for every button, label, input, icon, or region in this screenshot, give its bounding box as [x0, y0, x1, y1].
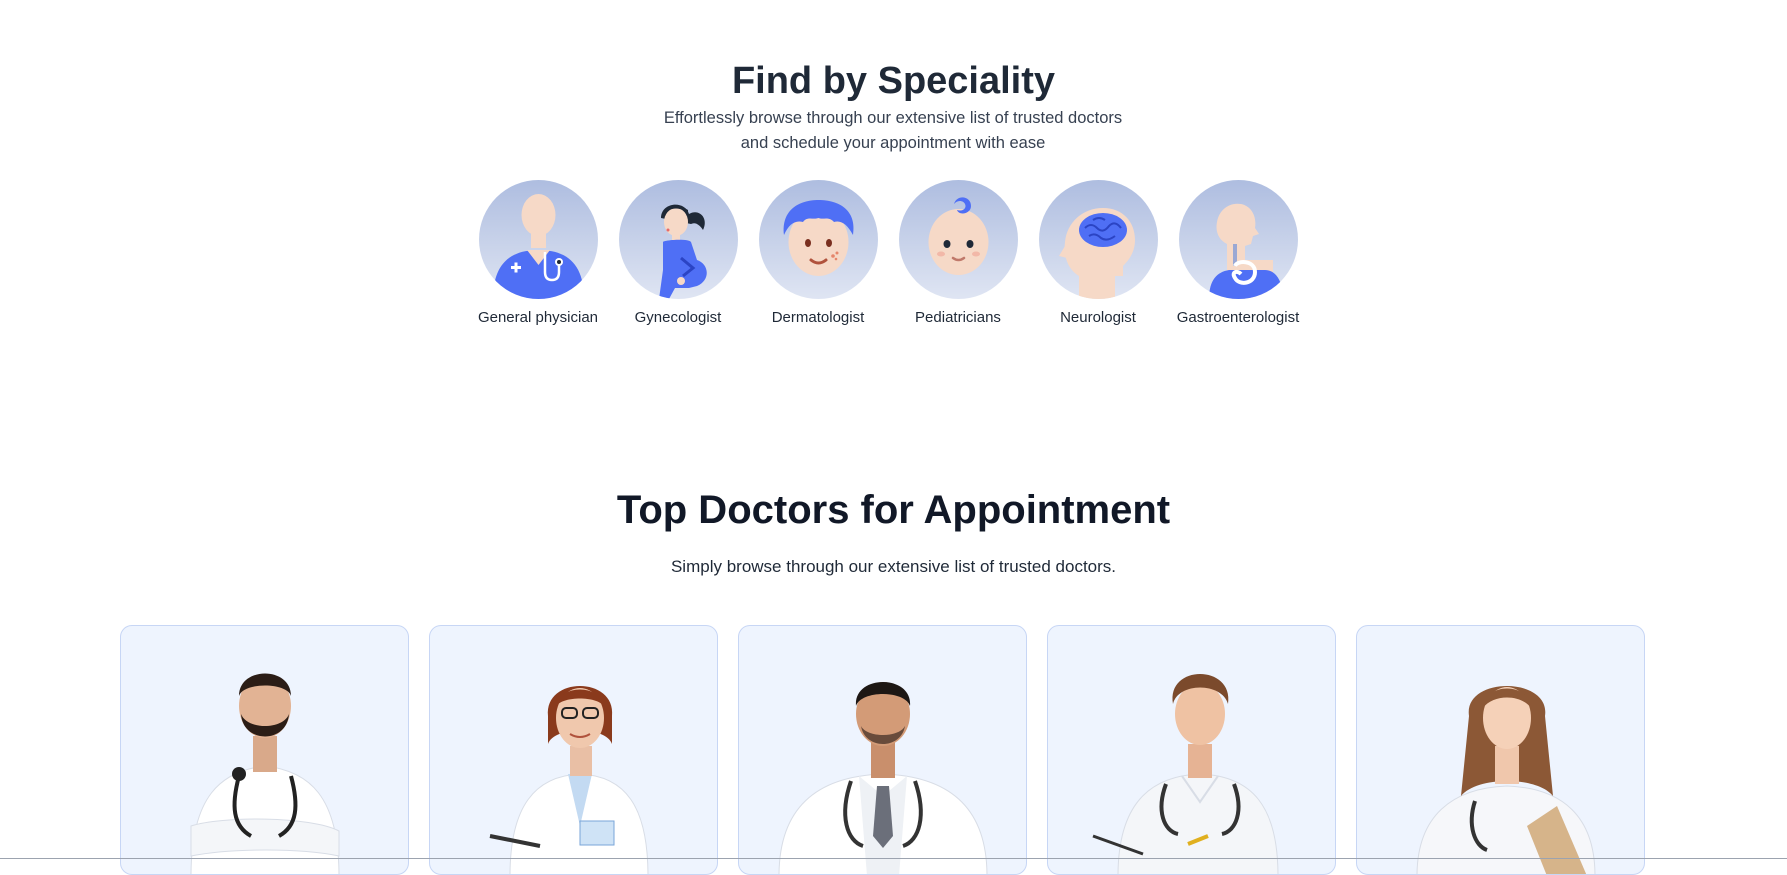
speciality-subtitle-line1: Effortlessly browse through our extensiv… [663, 109, 1123, 127]
speciality-subtitle-line2: and schedule your appointment with ease [740, 134, 1046, 152]
general-physician-icon [478, 180, 598, 299]
gynecologist-icon [618, 180, 738, 299]
speciality-label: Gynecologist [634, 309, 722, 326]
doctor-photo [489, 686, 649, 874]
speciality-label: Gastroenterologist [1176, 309, 1300, 326]
doctor-card[interactable] [1356, 625, 1645, 875]
pediatrician-icon [898, 180, 1018, 299]
speciality-list: General physician Gynecologist Dermatolo… [468, 180, 1308, 326]
speciality-item-general-physician[interactable]: General physician [468, 180, 608, 326]
dermatologist-icon [758, 180, 878, 299]
speciality-item-gastroenterologist[interactable]: Gastroenterologist [1168, 180, 1308, 326]
speciality-label: Neurologist [1060, 309, 1136, 326]
speciality-item-gynecologist[interactable]: Gynecologist [608, 180, 748, 326]
speciality-label: Pediatricians [915, 309, 1001, 326]
doctor-photo [778, 682, 988, 874]
doctor-card[interactable] [1047, 625, 1336, 875]
speciality-label: General physician [477, 309, 599, 326]
doctor-card[interactable] [120, 625, 409, 875]
top-doctors-subtitle: Simply browse through our extensive list… [670, 557, 1117, 576]
speciality-title: Find by Speciality [731, 60, 1056, 102]
speciality-item-dermatologist[interactable]: Dermatologist [748, 180, 888, 326]
speciality-item-neurologist[interactable]: Neurologist [1028, 180, 1168, 326]
top-doctors-title: Top Doctors for Appointment [616, 488, 1171, 532]
doctor-photo [1416, 686, 1596, 874]
doctor-photo [190, 673, 340, 874]
speciality-item-pediatricians[interactable]: Pediatricians [888, 180, 1028, 326]
doctor-card[interactable] [429, 625, 718, 875]
speciality-subtitle: Effortlessly browse through our extensiv… [643, 106, 1143, 156]
neurologist-icon [1038, 180, 1158, 299]
speciality-label: Dermatologist [771, 309, 865, 326]
doctor-photo [1092, 674, 1279, 874]
gastroenterologist-icon [1178, 180, 1298, 299]
doctor-card-list [120, 625, 1645, 875]
doctor-card[interactable] [738, 625, 1027, 875]
